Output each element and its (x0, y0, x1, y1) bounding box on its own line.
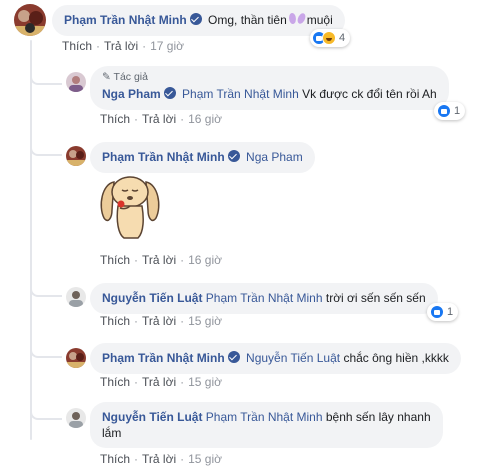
like-reaction-icon (430, 305, 444, 319)
author-badge: ✎ Tác giả (102, 71, 148, 83)
comment-text: Vk được ck đổi tên rồi Ah (302, 87, 437, 101)
comment-bubble: Nguyễn Tiến Luật Phạm Trần Nhật Minh bện… (90, 402, 443, 448)
avatar[interactable] (66, 72, 86, 92)
comment-actions: Thích · Trả lời · 17 giờ (62, 39, 184, 53)
reaction-count: 1 (447, 306, 454, 318)
comment-text: lắm (102, 426, 122, 440)
separator: · (134, 253, 139, 267)
comment-text: Omg, thần tiên (208, 13, 287, 27)
separator: · (134, 375, 139, 389)
like-reaction-icon (437, 104, 451, 118)
butterfly-emoji-icon (289, 13, 305, 25)
mention-link[interactable]: Nguyễn Tiến Luật (246, 351, 340, 365)
avatar[interactable] (66, 146, 86, 166)
comment-actions: Thích · Trả lời · 15 giờ (100, 314, 222, 328)
comment-author[interactable]: Nguyễn Tiến Luật (102, 410, 202, 424)
comment-bubble: ✎ Tác giả Nga Pham Phạm Trần Nhật Minh V… (90, 66, 449, 110)
verified-icon (227, 351, 240, 363)
reply-link[interactable]: Trả lời (142, 253, 176, 267)
reply-link[interactable]: Trả lời (142, 452, 176, 466)
comment-text: chắc ông hiền ,kkkk (343, 351, 449, 365)
comment-text: muội (306, 13, 333, 27)
comment-bubble: Nguyễn Tiến Luật Phạm Trần Nhật Minh trờ… (90, 283, 438, 314)
avatar[interactable] (66, 287, 86, 307)
thread-connector (30, 128, 62, 156)
comment-author[interactable]: Phạm Trần Nhật Minh (64, 13, 187, 27)
reaction-count: 4 (339, 32, 346, 44)
avatar[interactable] (66, 348, 86, 368)
comment-bubble: Phạm Trần Nhật Minh Omg, thần tiên muội (52, 5, 345, 36)
timestamp[interactable]: 15 giờ (188, 452, 222, 466)
separator: · (142, 39, 147, 53)
timestamp[interactable]: 15 giờ (188, 375, 222, 389)
reply-link[interactable]: Trả lời (142, 112, 176, 126)
reaction-summary[interactable]: 1 (434, 102, 466, 120)
comment-actions: Thích · Trả lời · 16 giờ (100, 253, 222, 267)
reply-link[interactable]: Trả lời (104, 39, 138, 53)
avatar[interactable] (66, 408, 86, 428)
separator: · (96, 39, 101, 53)
reply-link[interactable]: Trả lời (142, 314, 176, 328)
timestamp[interactable]: 16 giờ (188, 112, 222, 126)
reaction-summary[interactable]: 1 (427, 303, 459, 321)
like-link[interactable]: Thích (100, 452, 130, 466)
separator: · (180, 253, 185, 267)
timestamp[interactable]: 15 giờ (188, 314, 222, 328)
mention-link[interactable]: Nga Pham (246, 150, 303, 164)
thread-connector (30, 55, 62, 85)
comment-actions: Thích · Trả lời · 15 giờ (100, 375, 222, 389)
reaction-count: 1 (454, 105, 461, 117)
separator: · (180, 452, 185, 466)
comment-author[interactable]: Phạm Trần Nhật Minh (102, 351, 225, 365)
timestamp[interactable]: 16 giờ (188, 253, 222, 267)
comment-actions: Thích · Trả lời · 15 giờ (100, 452, 222, 466)
timestamp[interactable]: 17 giờ (150, 39, 184, 53)
separator: · (134, 112, 139, 126)
thread-line (30, 40, 32, 440)
verified-icon (189, 13, 202, 25)
reaction-summary[interactable]: 4 (310, 29, 351, 47)
thread-connector (30, 390, 62, 420)
separator: · (134, 452, 139, 466)
verified-icon (227, 150, 240, 162)
mention-link[interactable]: Phạm Trần Nhật Minh (206, 410, 323, 424)
haha-reaction-icon (322, 31, 336, 45)
comment-author[interactable]: Nguyễn Tiến Luật (102, 291, 202, 305)
mention-link[interactable]: Phạm Trần Nhật Minh (206, 291, 323, 305)
comment-author[interactable]: Phạm Trần Nhật Minh (102, 150, 225, 164)
comment-text: trời ơi sến sến sến (325, 291, 426, 305)
thread-connector (30, 330, 62, 358)
like-link[interactable]: Thích (100, 253, 130, 267)
comment-author[interactable]: Nga Pham (102, 87, 161, 101)
like-link[interactable]: Thích (100, 314, 130, 328)
thread-connector (30, 270, 62, 297)
comment-bubble: Phạm Trần Nhật Minh Nguyễn Tiến Luật chắ… (90, 343, 461, 374)
pencil-icon: ✎ (102, 71, 111, 83)
separator: · (180, 112, 185, 126)
verified-icon (163, 87, 176, 99)
mention-link[interactable]: Phạm Trần Nhật Minh (182, 87, 299, 101)
puppy-sticker (94, 168, 166, 242)
separator: · (180, 375, 185, 389)
separator: · (134, 314, 139, 328)
like-link[interactable]: Thích (62, 39, 92, 53)
avatar[interactable] (14, 4, 46, 36)
reply-link[interactable]: Trả lời (142, 375, 176, 389)
like-link[interactable]: Thích (100, 375, 130, 389)
separator: · (180, 314, 185, 328)
comment-actions: Thích · Trả lời · 16 giờ (100, 112, 222, 126)
like-link[interactable]: Thích (100, 112, 130, 126)
comment-text: bệnh sến lây nhanh (325, 410, 431, 424)
